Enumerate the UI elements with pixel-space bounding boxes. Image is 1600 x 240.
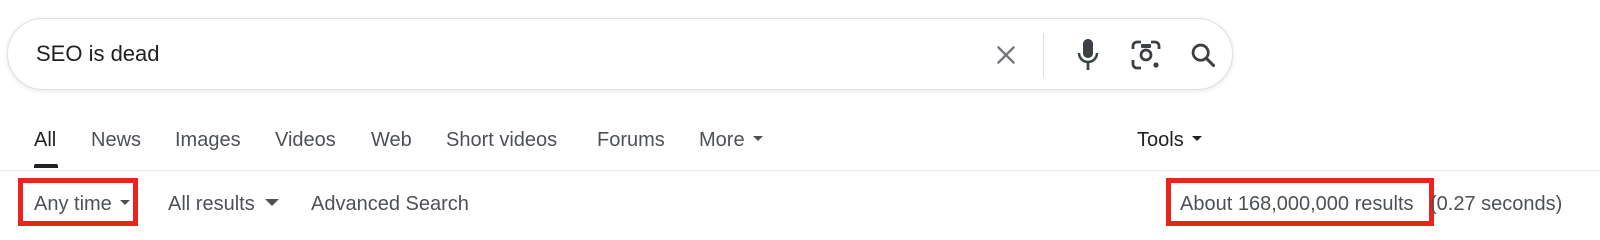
tools-label: Tools <box>1137 129 1184 151</box>
chevron-down-icon <box>119 200 130 206</box>
search-tools-row: Any time All results Advanced Search Abo… <box>0 178 1600 226</box>
tab-images[interactable]: Images <box>175 126 241 154</box>
tab-all[interactable]: All <box>34 126 56 154</box>
chevron-down-icon <box>752 136 763 142</box>
tabs-divider <box>0 170 1600 171</box>
tab-more-label: More <box>699 129 745 151</box>
close-icon[interactable] <box>988 37 1024 73</box>
active-tab-indicator <box>34 164 58 168</box>
results-filter-dropdown[interactable]: All results <box>168 190 279 218</box>
tab-web[interactable]: Web <box>371 126 412 154</box>
time-filter-dropdown[interactable]: Any time <box>34 190 130 218</box>
tools-button[interactable]: Tools <box>1137 126 1202 154</box>
search-icon[interactable] <box>1183 35 1223 75</box>
search-divider <box>1043 33 1044 77</box>
search-input[interactable]: SEO is dead <box>36 39 160 69</box>
results-filter-label: All results <box>168 193 255 215</box>
search-time: (0.27 seconds) <box>1430 193 1563 215</box>
mic-icon[interactable] <box>1070 35 1106 75</box>
tab-news[interactable]: News <box>91 126 141 154</box>
chevron-down-icon <box>264 199 279 207</box>
lens-icon[interactable] <box>1126 35 1166 75</box>
search-box[interactable]: SEO is dead <box>7 18 1233 90</box>
time-filter-label: Any time <box>34 193 112 215</box>
tab-videos[interactable]: Videos <box>275 126 336 154</box>
results-count: About 168,000,000 results <box>1180 193 1414 215</box>
tab-short-videos[interactable]: Short videos <box>446 126 557 154</box>
tab-forums[interactable]: Forums <box>597 126 665 154</box>
advanced-search-link[interactable]: Advanced Search <box>311 190 469 218</box>
search-tabs: All News Images Videos Web Short videos … <box>0 120 1600 168</box>
tab-more[interactable]: More <box>699 126 763 154</box>
chevron-down-icon <box>1191 136 1202 142</box>
